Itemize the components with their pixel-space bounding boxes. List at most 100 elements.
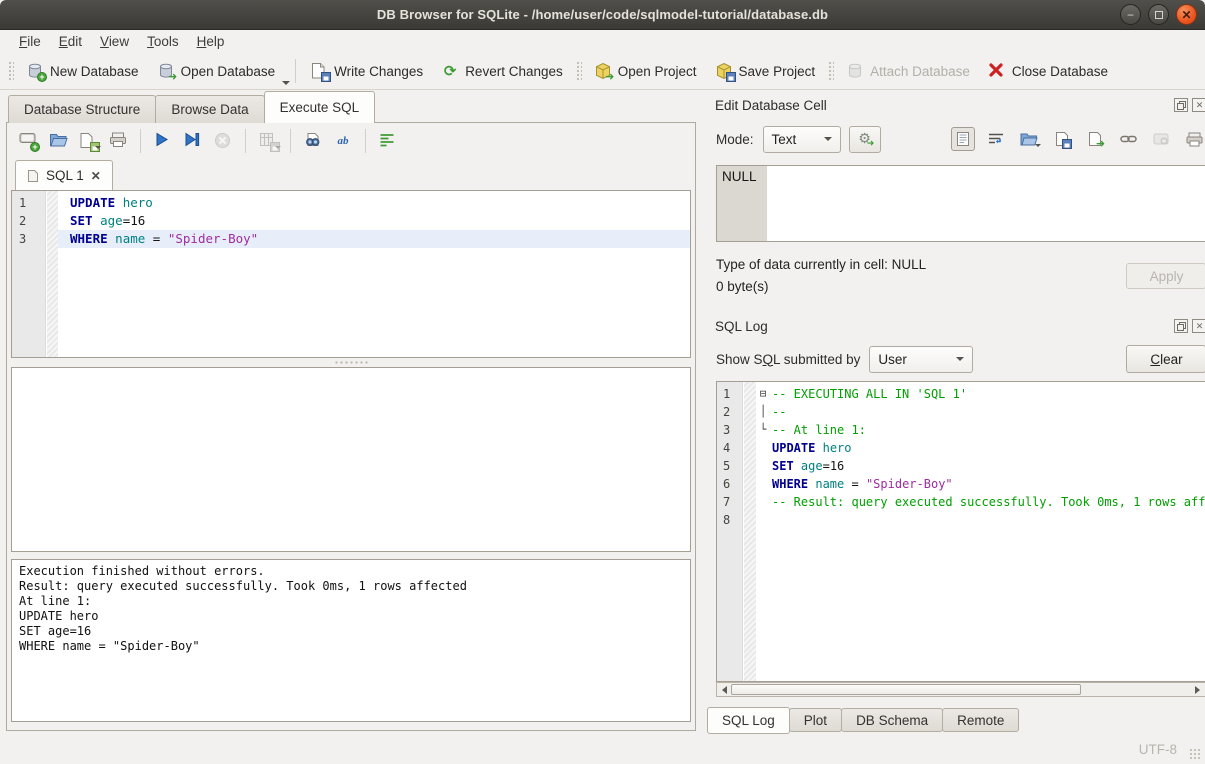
editor-line[interactable]: 2 SET age=16 [12,212,690,230]
cell-type-info: Type of data currently in cell: NULL [716,254,926,276]
close-icon: ✕ [1181,9,1191,21]
execute-line-button[interactable] [180,129,206,153]
menu-file[interactable]: File [10,32,50,51]
open-arrow-badge-icon: ➜ [605,72,615,82]
results-grid[interactable] [11,367,691,552]
cell-value-editor[interactable]: NULL [716,165,1205,242]
open-sql-file-button[interactable] [45,129,71,153]
edit-cell-dock-title: Edit Database Cell [715,98,1174,113]
revert-changes-label: Revert Changes [465,64,563,79]
copy-link-button[interactable] [1116,127,1140,151]
save-file-icon [1055,131,1069,147]
editor-results-splitter[interactable] [7,358,695,367]
import-cell-data-button[interactable] [1017,127,1041,151]
tab-plot[interactable]: Plot [789,708,842,732]
minimize-button[interactable]: − [1120,4,1141,25]
edit-cell-dock-header: Edit Database Cell ✕ [707,94,1205,116]
menu-view[interactable]: View [91,32,138,51]
replace-button[interactable]: ab [330,129,356,153]
editor-line[interactable]: 1 UPDATE hero [12,194,690,212]
word-wrap-button[interactable] [984,127,1008,151]
open-project-button[interactable]: ➜ Open Project [585,57,706,85]
close-dock-button[interactable]: ✕ [1192,98,1205,112]
chevron-down-icon [956,357,964,361]
print-button[interactable] [105,129,131,153]
revert-changes-button[interactable]: ⟳ Revert Changes [432,57,572,85]
save-project-button[interactable]: Save Project [706,57,825,85]
save-sql-file-button[interactable] [75,129,101,153]
close-tab-icon[interactable]: ✕ [91,169,101,183]
attach-database-label: Attach Database [870,64,970,79]
menu-help[interactable]: Help [188,32,234,51]
attach-database-icon [846,62,864,80]
execute-all-button[interactable] [150,129,176,153]
sql-editor[interactable]: 1 UPDATE hero 2 SET age=16 3 WHER [11,190,691,358]
save-results-dropdown-icon [275,137,281,152]
tab-db-schema[interactable]: DB Schema [841,708,943,732]
clear-log-button[interactable]: Clear [1126,345,1205,373]
toolbar-drag-handle[interactable] [7,60,14,82]
menu-tools[interactable]: Tools [138,32,188,51]
tab-database-structure[interactable]: Database Structure [8,95,156,123]
chevron-down-icon [824,137,832,141]
title-bar[interactable]: DB Browser for SQLite - /home/user/code/… [0,0,1205,30]
open-database-icon: ➜ [157,62,175,80]
tab-sql-log[interactable]: SQL Log [707,707,790,734]
close-database-button[interactable]: Close Database [979,57,1117,85]
app-window: DB Browser for SQLite - /home/user/code/… [0,0,1205,764]
open-database-dropdown-icon[interactable] [282,81,290,85]
open-file-icon [49,132,67,150]
format-sql-button[interactable] [375,129,401,153]
scrollbar-thumb[interactable] [731,684,1081,695]
tab-remote[interactable]: Remote [942,708,1019,732]
write-changes-button[interactable]: Write Changes [301,57,432,85]
toolbar-drag-handle[interactable] [827,60,834,82]
float-dock-button[interactable] [1174,319,1188,333]
open-arrow-badge-icon: ➜ [168,72,178,82]
log-line: 5SET age=16 [717,457,1205,475]
maximize-button[interactable] [1148,4,1169,25]
close-button[interactable]: ✕ [1176,4,1197,25]
bottom-dock-tabs: SQL Log Plot DB Schema Remote [707,707,1205,735]
new-database-label: New Database [50,64,139,79]
sql-file-icon [27,169,39,183]
menu-bar: File Edit View Tools Help [0,30,1205,53]
tab-browse-data[interactable]: Browse Data [155,95,264,123]
log-horizontal-scrollbar[interactable] [716,682,1205,697]
close-dock-button[interactable]: ✕ [1192,319,1205,333]
close-database-label: Close Database [1012,64,1108,79]
format-sql-icon [379,132,397,150]
import-dropdown-icon[interactable] [1035,135,1041,150]
sql-tab-bar: SQL 1 ✕ [7,159,695,190]
menu-edit[interactable]: Edit [50,32,91,51]
fold-collapse-icon[interactable]: ⊟ [756,385,770,403]
open-in-external-app-button[interactable]: ➜ [1083,127,1107,151]
write-changes-icon [310,62,328,80]
sql1-tab[interactable]: SQL 1 ✕ [15,160,113,190]
toolbar-drag-handle[interactable] [575,60,582,82]
find-button[interactable] [300,129,326,153]
sql1-tab-label: SQL 1 [46,168,84,183]
sql-log-view[interactable]: 1⊟-- EXECUTING ALL IN 'SQL 1' 2│-- 3└-- … [716,381,1205,682]
text-view-button[interactable] [951,127,975,151]
scroll-left-icon[interactable] [718,686,731,694]
export-cell-data-button[interactable] [1050,127,1074,151]
execution-message-text: Execution finished without errors. Resul… [19,564,683,654]
auto-switch-mode-button[interactable]: ⚙➜ [849,126,881,153]
new-database-button[interactable]: + New Database [17,57,148,85]
mode-select[interactable]: Text [763,126,841,153]
print-cell-button[interactable] [1182,127,1205,151]
minimize-icon: − [1127,9,1134,21]
new-sql-tab-button[interactable]: + [15,129,41,153]
scroll-right-icon[interactable] [1191,686,1204,694]
line-number: 2 [12,212,46,230]
tab-execute-sql[interactable]: Execute SQL [264,91,376,123]
open-database-button[interactable]: ➜ Open Database [148,57,285,85]
toolbar-separator [290,129,291,153]
submitted-by-select[interactable]: User [869,346,973,373]
save-dropdown-icon[interactable] [95,137,101,152]
execution-message-panel[interactable]: Execution finished without errors. Resul… [11,559,691,722]
resize-grip[interactable] [1189,748,1202,761]
float-dock-button[interactable] [1174,98,1188,112]
editor-line-current[interactable]: 3 WHERE name = "Spider-Boy" [12,230,690,248]
